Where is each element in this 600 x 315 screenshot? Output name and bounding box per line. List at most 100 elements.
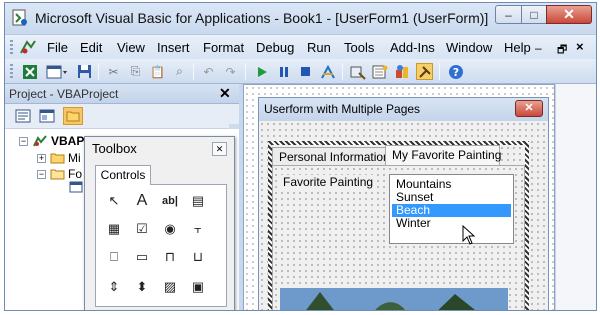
mdi-minimize-button[interactable]: –	[535, 41, 542, 55]
tree-expander[interactable]: −	[37, 169, 46, 179]
break-icon[interactable]	[275, 63, 292, 80]
userform-title-bar: Userform with Multiple Pages ✕	[259, 98, 548, 121]
view-object-icon[interactable]	[37, 107, 57, 125]
project-pane-title: Project - VBAProject	[9, 87, 119, 101]
menu-file[interactable]: File	[47, 40, 68, 55]
select-objects-icon[interactable]: ↖	[104, 191, 124, 211]
combobox-icon[interactable]: ▤	[188, 191, 208, 211]
toolbar-separator	[245, 63, 246, 80]
copy-icon[interactable]: ⎘	[127, 63, 144, 80]
userform-icon	[69, 181, 83, 193]
menu-view[interactable]: View	[117, 40, 145, 55]
project-explorer-icon[interactable]	[349, 63, 366, 80]
checkbox-icon[interactable]: ☑	[132, 219, 152, 239]
image-icon[interactable]: ▨	[160, 277, 180, 297]
menu-insert[interactable]: Insert	[157, 40, 190, 55]
menu-window[interactable]: Window	[446, 40, 492, 55]
menu-add-ins[interactable]: Add-Ins	[390, 40, 435, 55]
toggle-folders-icon[interactable]	[63, 107, 83, 125]
menu-debug[interactable]: Debug	[256, 40, 294, 55]
design-mode-icon[interactable]	[319, 63, 336, 80]
tabstrip-icon[interactable]: ⊓	[160, 247, 180, 267]
list-item[interactable]: Winter	[392, 217, 511, 230]
svg-text:?: ?	[452, 66, 458, 79]
properties-icon[interactable]	[371, 63, 388, 80]
undo-icon[interactable]: ↶	[200, 63, 217, 80]
toolbox-icon[interactable]	[416, 63, 433, 80]
textbox-icon[interactable]: ab|	[160, 191, 180, 211]
folder-icon	[50, 153, 65, 164]
userform-designer-area: Userform with Multiple Pages ✕ Personal …	[243, 84, 596, 310]
folder-open-icon	[50, 169, 65, 180]
toolbox-window[interactable]: Toolbox ✕ Controls ↖ A ab| ▤ ▦ ☑ ◉ ⫟ ⎕ ▭…	[84, 136, 235, 310]
toolbar-separator	[439, 63, 440, 80]
tab-my-favorite-painting[interactable]: My Favorite Painting	[385, 145, 501, 165]
multipage-control[interactable]: Personal Information My Favorite Paintin…	[268, 141, 529, 310]
object-browser-icon[interactable]	[393, 63, 410, 80]
redo-icon[interactable]: ↷	[222, 63, 239, 80]
reset-icon[interactable]	[297, 63, 314, 80]
insert-userform-icon[interactable]	[45, 63, 69, 80]
close-button[interactable]: ✕	[546, 5, 592, 24]
title-bar: Microsoft Visual Basic for Applications …	[5, 3, 596, 34]
listbox-icon[interactable]: ▦	[104, 219, 124, 239]
menu-grip-handle[interactable]	[10, 40, 13, 55]
tree-item-forms[interactable]: − Fo	[37, 167, 82, 181]
spinbutton-icon[interactable]: ⬍	[132, 277, 152, 297]
tree-expander[interactable]: +	[37, 153, 46, 163]
mdi-restore-button[interactable]: 🗗	[557, 41, 567, 60]
toolbox-tab-controls[interactable]: Controls	[95, 165, 151, 185]
menu-tools[interactable]: Tools	[344, 40, 374, 55]
togglebutton-icon[interactable]: ⫟	[188, 219, 208, 239]
tree-item-label: VBAP	[51, 134, 85, 148]
project-pane-header: Project - VBAProject ✕	[5, 84, 239, 104]
toolbox-close-button[interactable]: ✕	[212, 142, 227, 156]
refedit-icon[interactable]: ▣	[188, 277, 208, 297]
vbaproject-icon	[33, 135, 47, 147]
save-icon[interactable]	[76, 63, 93, 80]
vba-editor-window: Microsoft Visual Basic for Applications …	[4, 2, 597, 311]
frame-icon[interactable]: ⎕	[104, 247, 124, 267]
menu-edit[interactable]: Edit	[80, 40, 102, 55]
userform-title: Userform with Multiple Pages	[264, 102, 421, 116]
excel-icon[interactable]	[21, 63, 38, 80]
tree-item-microsoft-excel-objects[interactable]: + Mi	[37, 151, 81, 165]
find-icon[interactable]: ⌕	[171, 63, 188, 80]
paste-icon[interactable]: 📋	[149, 63, 166, 80]
tab-personal-information[interactable]: Personal Information	[272, 147, 390, 167]
commandbutton-icon[interactable]: ▭	[132, 247, 152, 267]
toolbar-separator	[98, 63, 99, 80]
maximize-button[interactable]: □	[521, 5, 547, 24]
tree-expander[interactable]: −	[19, 136, 28, 146]
excel-vba-menu-icon[interactable]	[19, 39, 37, 56]
mdi-close-button[interactable]: ×	[576, 39, 584, 54]
project-pane-close-button[interactable]: ✕	[219, 85, 231, 102]
designer-right-margin	[555, 84, 596, 310]
help-icon[interactable]: ?	[447, 63, 464, 80]
designer-canvas: Userform with Multiple Pages ✕ Personal …	[243, 84, 555, 310]
minimize-button[interactable]: –	[495, 5, 522, 24]
userform-client-area[interactable]: Personal Information My Favorite Paintin…	[259, 121, 548, 310]
multipage-icon[interactable]: ⊔	[188, 247, 208, 267]
userform-close-button[interactable]: ✕	[515, 100, 543, 117]
tree-item-userform1[interactable]	[69, 181, 83, 193]
view-code-icon[interactable]	[13, 107, 33, 125]
tree-item-vbaproject[interactable]: − VBAP	[19, 134, 84, 148]
label-icon[interactable]: A	[132, 191, 152, 211]
toolbar-separator	[342, 63, 343, 80]
toolbox-title: Toolbox	[92, 141, 137, 156]
toolbar-grip-handle[interactable]	[10, 64, 13, 79]
menu-help[interactable]: Help	[504, 40, 531, 55]
menu-run[interactable]: Run	[307, 40, 331, 55]
multipage-page[interactable]: Favorite Painting Mountains Sunset Beach…	[272, 165, 525, 310]
painting-listbox[interactable]: Mountains Sunset Beach Winter	[389, 174, 514, 245]
favorite-painting-label: Favorite Painting	[281, 175, 376, 189]
userform-window[interactable]: Userform with Multiple Pages ✕ Personal …	[258, 97, 549, 310]
cut-icon[interactable]: ✂	[105, 63, 122, 80]
optionbutton-icon[interactable]: ◉	[160, 219, 180, 239]
run-icon[interactable]	[253, 63, 270, 80]
menu-format[interactable]: Format	[203, 40, 244, 55]
standard-toolbar: ✂ ⎘ 📋 ⌕ ↶ ↷ ?	[5, 59, 596, 84]
vba-app-icon	[12, 9, 27, 26]
scrollbar-icon[interactable]: ⇕	[104, 277, 124, 297]
